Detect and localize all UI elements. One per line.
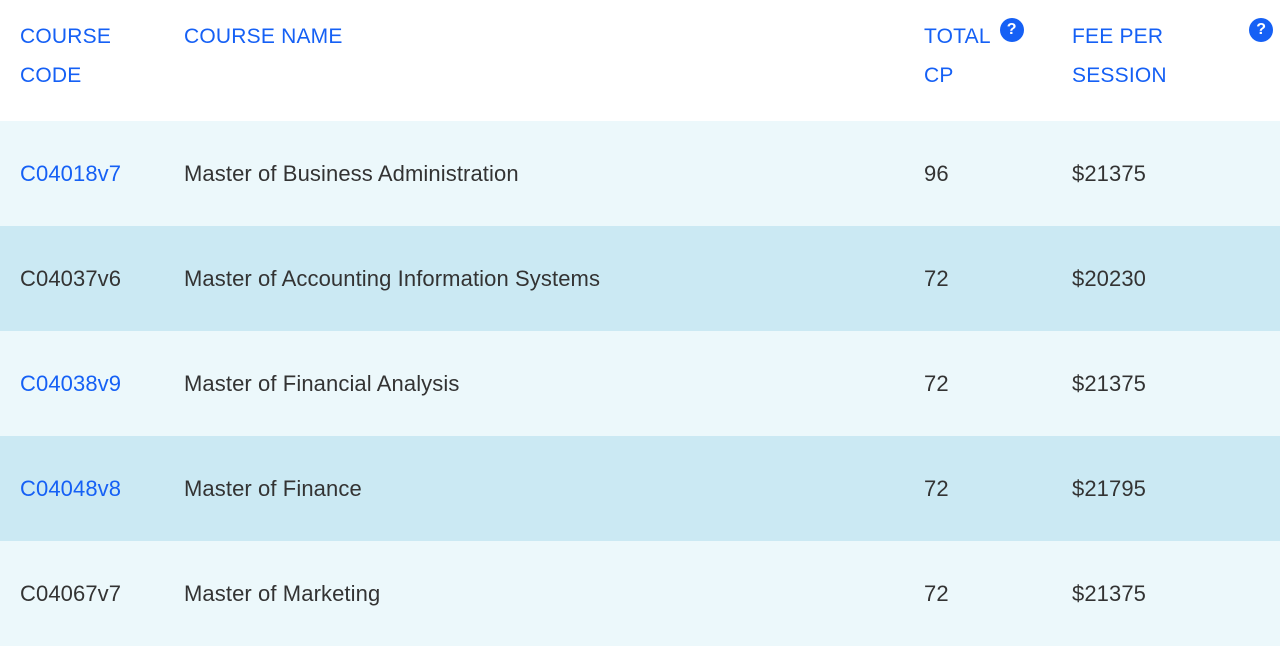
fee-per-session-value: $20230 [1072,265,1147,291]
course-name-text: Master of Financial Analysis [184,370,460,396]
column-header-fee-line2: SESSION [1072,64,1167,87]
table-header: COURSE CODE COURSE NAME TOTAL? CP FEE PE… [0,0,1280,121]
course-code-text: C04067v7 [20,580,122,606]
column-header-course-name-line1: COURSE NAME [184,25,343,48]
cell-fee-per-session: $21375 [1057,121,1280,226]
table-row[interactable]: C04037v6 Master of Accounting Informatio… [0,226,1280,331]
course-fee-table-page: COURSE CODE COURSE NAME TOTAL? CP FEE PE… [0,0,1280,648]
course-name-text: Master of Business Administration [184,160,519,186]
fee-per-session-value: $21375 [1072,160,1147,186]
course-name-text: Master of Finance [184,475,362,501]
cell-fee-per-session: $21375 [1057,331,1280,436]
table-row[interactable]: C04018v7 Master of Business Administrati… [0,121,1280,226]
column-header-course-code-line2: CODE [20,64,82,87]
total-cp-value: 96 [924,160,949,186]
total-cp-value: 72 [924,580,949,606]
course-name-text: Master of Accounting Information Systems [184,265,601,291]
table-row[interactable]: C04048v8 Master of Finance 72 $21795 [0,436,1280,541]
total-cp-value: 72 [924,265,949,291]
fee-per-session-value: $21375 [1072,580,1147,606]
fee-per-session-value: $21795 [1072,475,1147,501]
cell-course-name: Master of Accounting Information Systems [182,226,912,331]
table-row[interactable]: C04067v7 Master of Marketing 72 $21375 [0,541,1280,646]
cell-total-cp: 72 [912,541,1057,646]
table-body: C04018v7 Master of Business Administrati… [0,121,1280,646]
cell-course-code: C04018v7 [0,121,182,226]
course-name-text: Master of Marketing [184,580,381,606]
cell-course-name: Master of Financial Analysis [182,331,912,436]
column-header-course-code: COURSE CODE [0,0,182,121]
cell-course-code: C04037v6 [0,226,182,331]
column-header-fee-per-session: FEE PER? SESSION [1057,0,1280,121]
fee-per-session-value: $21375 [1072,370,1147,396]
course-code-link[interactable]: C04038v9 [0,371,182,397]
cell-course-code: C04048v8 [0,436,182,541]
table-header-row: COURSE CODE COURSE NAME TOTAL? CP FEE PE… [0,0,1280,121]
cell-total-cp: 72 [912,226,1057,331]
course-code-text: C04037v6 [20,265,122,291]
cell-course-name: Master of Finance [182,436,912,541]
column-header-fee-line1: FEE PER [1072,25,1164,48]
total-cp-value: 72 [924,370,949,396]
cell-fee-per-session: $21375 [1057,541,1280,646]
cell-fee-per-session: $20230 [1057,226,1280,331]
cell-course-code: C04038v9 [0,331,182,436]
column-header-total-cp-line2: CP [924,64,954,87]
cell-total-cp: 96 [912,121,1057,226]
cell-course-name: Master of Marketing [182,541,912,646]
cell-course-name: Master of Business Administration [182,121,912,226]
column-header-total-cp-line1: TOTAL [924,25,991,48]
course-code-link[interactable]: C04018v7 [0,161,182,187]
total-cp-value: 72 [924,475,949,501]
cell-total-cp: 72 [912,436,1057,541]
cell-fee-per-session: $21795 [1057,436,1280,541]
column-header-total-cp: TOTAL? CP [912,0,1057,121]
table-row[interactable]: C04038v9 Master of Financial Analysis 72… [0,331,1280,436]
cell-course-code: C04067v7 [0,541,182,646]
cell-total-cp: 72 [912,331,1057,436]
help-icon-total-cp[interactable]: ? [999,18,1024,43]
course-table: COURSE CODE COURSE NAME TOTAL? CP FEE PE… [0,0,1280,646]
help-icon-fee-per-session[interactable]: ? [1249,18,1274,43]
column-header-course-code-line1: COURSE [20,25,112,48]
column-header-course-name: COURSE NAME [182,0,912,121]
course-code-link[interactable]: C04048v8 [0,476,182,502]
